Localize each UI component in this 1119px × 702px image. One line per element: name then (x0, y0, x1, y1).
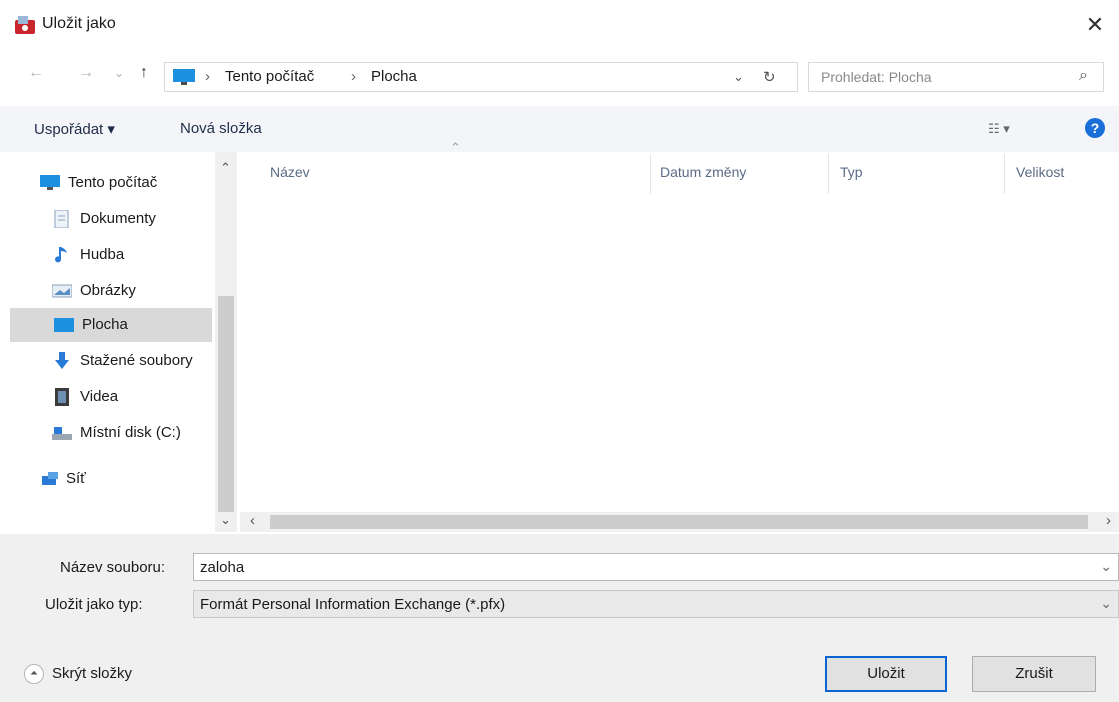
sidebar-item-local-disk[interactable]: Místní disk (C:) (40, 416, 242, 450)
column-header-name[interactable]: Název (270, 164, 310, 180)
column-header-type[interactable]: Typ (840, 164, 863, 180)
breadcrumb-separator: › (351, 68, 356, 85)
save-as-type-label: Uložit jako typ: (45, 596, 143, 613)
close-icon[interactable]: ✕ (1080, 10, 1110, 40)
scroll-up-icon[interactable]: ⌃ (220, 160, 231, 176)
sidebar-item-label: Místní disk (C:) (80, 424, 181, 441)
filename-field[interactable]: zaloha ⌄ (193, 553, 1119, 581)
sidebar-item-documents[interactable]: Dokumenty (40, 202, 242, 236)
music-icon (55, 247, 67, 263)
forward-icon[interactable]: → (78, 64, 94, 82)
chevron-down-icon[interactable]: ⌄ (1100, 595, 1112, 612)
videos-icon (55, 388, 69, 406)
filename-label: Název souboru: (60, 559, 166, 576)
scroll-right-icon[interactable]: › (1106, 512, 1111, 529)
scroll-down-icon[interactable]: ⌄ (220, 512, 231, 528)
chevron-down-icon[interactable]: ⌄ (1100, 558, 1112, 575)
hide-folders-button[interactable]: Skrýt složky (52, 665, 132, 682)
view-options-icon[interactable]: ☷ ▾ (988, 121, 1010, 137)
help-icon[interactable]: ? (1085, 118, 1105, 138)
sidebar-item-this-pc[interactable]: Tento počítač (32, 166, 234, 200)
sidebar-item-desktop[interactable]: Plocha (10, 308, 212, 342)
column-divider[interactable] (650, 154, 651, 194)
documents-icon (54, 210, 69, 228)
column-divider[interactable] (828, 154, 829, 194)
window-title: Uložit jako (42, 15, 116, 32)
search-placeholder: Prohledat: Plocha (821, 69, 932, 85)
sidebar-item-label: Plocha (82, 316, 128, 333)
desktop-icon (54, 318, 74, 332)
sidebar-item-label: Dokumenty (80, 210, 156, 227)
computer-icon (173, 69, 195, 85)
network-icon (42, 472, 58, 485)
save-as-type-value: Formát Personal Information Exchange (*.… (200, 596, 506, 613)
sidebar-item-label: Tento počítač (68, 174, 158, 191)
organize-button[interactable]: Uspořádat ▾ (34, 120, 115, 138)
sidebar-item-videos[interactable]: Videa (40, 380, 242, 414)
navigation-pane: Tento počítač Dokumenty Hudba Obrázky Pl… (0, 152, 238, 532)
search-icon: ⌕ (1079, 67, 1088, 84)
new-folder-button[interactable]: Nová složka (180, 120, 262, 137)
column-header-size[interactable]: Velikost (1016, 164, 1064, 180)
save-as-type-select[interactable]: Formát Personal Information Exchange (*.… (193, 590, 1119, 618)
scroll-left-icon[interactable]: ‹ (250, 512, 255, 529)
sort-indicator-icon: ⌃ (450, 140, 461, 155)
address-bar[interactable]: › Tento počítač › Plocha ⌄ ↻ (164, 62, 798, 92)
sidebar-item-label: Videa (80, 388, 119, 405)
search-input[interactable]: Prohledat: Plocha ⌕ (808, 62, 1104, 92)
pictures-icon (52, 284, 72, 298)
app-icon (15, 16, 35, 34)
navigation-scrollbar-thumb[interactable] (218, 296, 234, 512)
address-dropdown-icon[interactable]: ⌄ (733, 69, 744, 85)
file-list-area[interactable] (240, 196, 1119, 510)
column-header-date-modified[interactable]: Datum změny (660, 164, 746, 180)
file-list-scrollbar-thumb[interactable] (270, 515, 1088, 529)
sidebar-item-network[interactable]: Síť (32, 462, 234, 496)
up-icon[interactable]: ↑ (140, 64, 148, 82)
sidebar-item-downloads[interactable]: Stažené soubory (40, 344, 220, 378)
sidebar-item-label: Obrázky (80, 282, 136, 299)
computer-icon (40, 175, 60, 190)
downloads-icon (55, 352, 69, 369)
sidebar-item-label: Síť (66, 470, 86, 487)
command-toolbar: Uspořádat ▾ Nová složka ☷ ▾ ? (0, 106, 1119, 152)
local-disk-icon (52, 427, 72, 440)
sidebar-item-label: Stažené soubory (80, 352, 193, 369)
recent-locations-icon[interactable]: ⌄ (114, 66, 124, 80)
breadcrumb-desktop[interactable]: Plocha (371, 68, 417, 85)
title-bar: Uložit jako ✕ (0, 0, 1119, 50)
column-divider[interactable] (1004, 154, 1005, 194)
sidebar-item-label: Hudba (80, 246, 125, 263)
back-icon[interactable]: ← (28, 64, 44, 82)
breadcrumb-this-pc[interactable]: Tento počítač (225, 68, 314, 85)
save-button[interactable]: Uložit (825, 656, 947, 692)
sidebar-item-music[interactable]: Hudba (40, 238, 242, 272)
cancel-button[interactable]: Zrušit (972, 656, 1096, 692)
sidebar-item-pictures[interactable]: Obrázky (40, 274, 242, 308)
filename-value: zaloha (200, 559, 245, 576)
breadcrumb-separator: › (205, 68, 210, 85)
refresh-icon[interactable]: ↻ (763, 68, 776, 86)
chevron-up-icon[interactable]: ⏶ (24, 664, 44, 684)
